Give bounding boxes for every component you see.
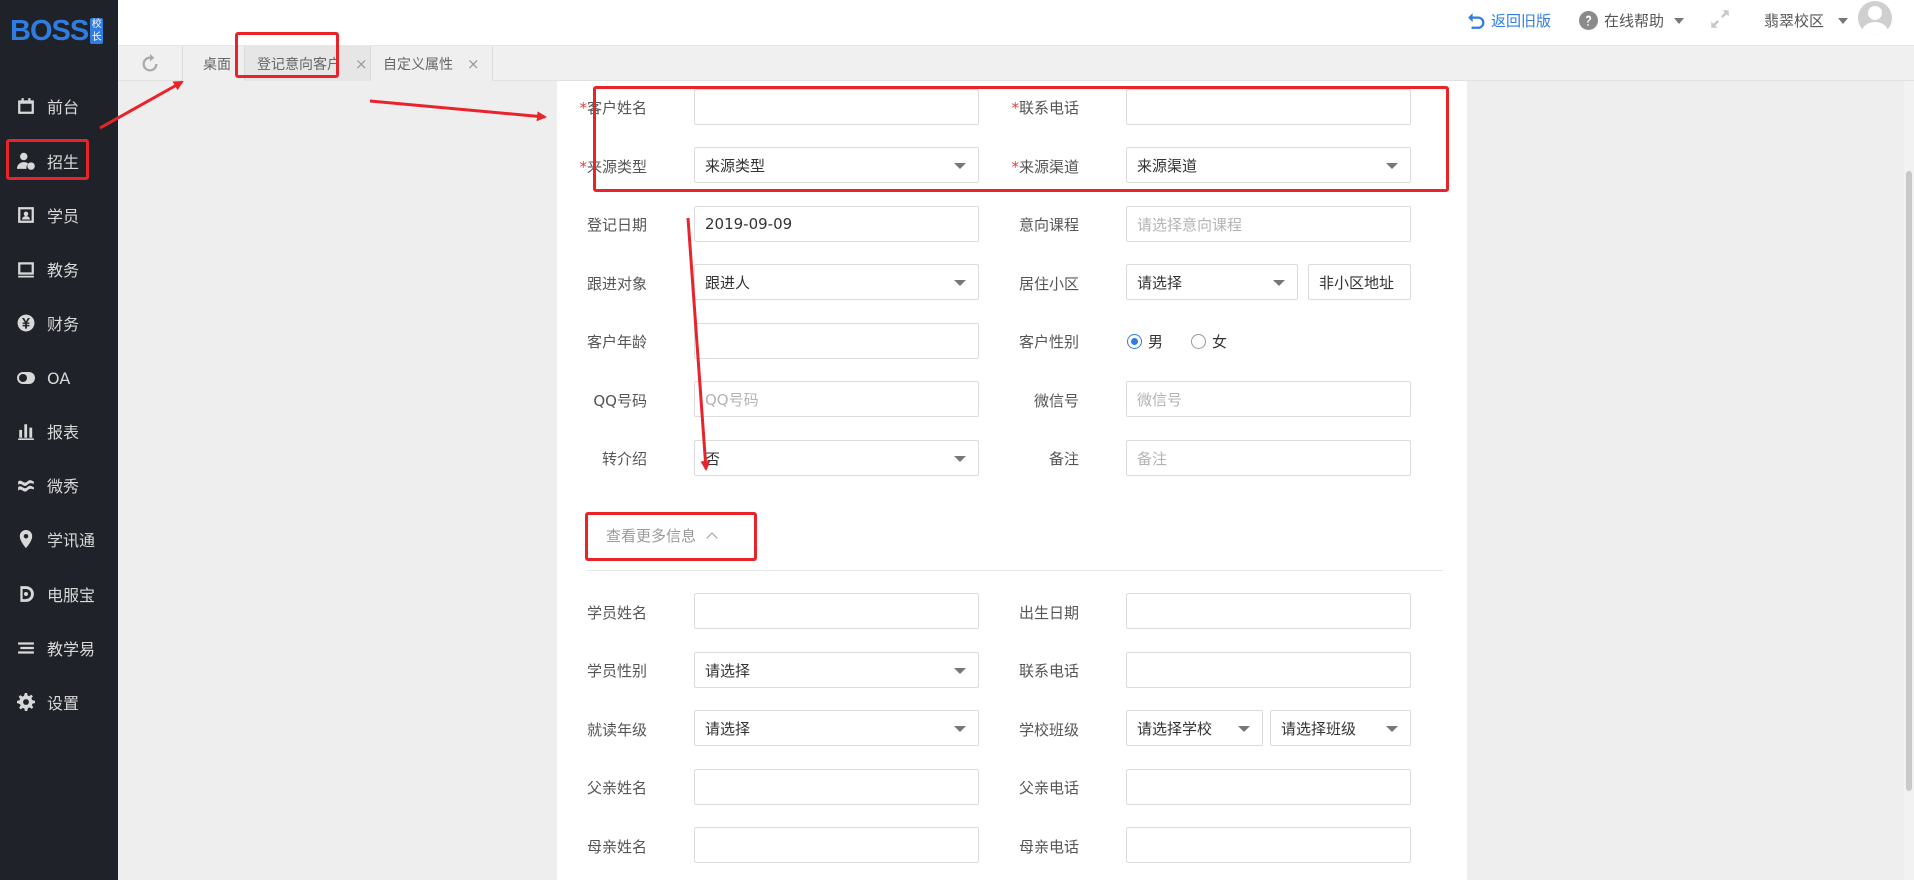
arrow-sidebar-to-tab <box>99 80 184 130</box>
arrow-down-to-more <box>686 217 711 471</box>
annotation-arrows <box>99 80 711 471</box>
arrow-tab-to-form <box>369 99 547 122</box>
